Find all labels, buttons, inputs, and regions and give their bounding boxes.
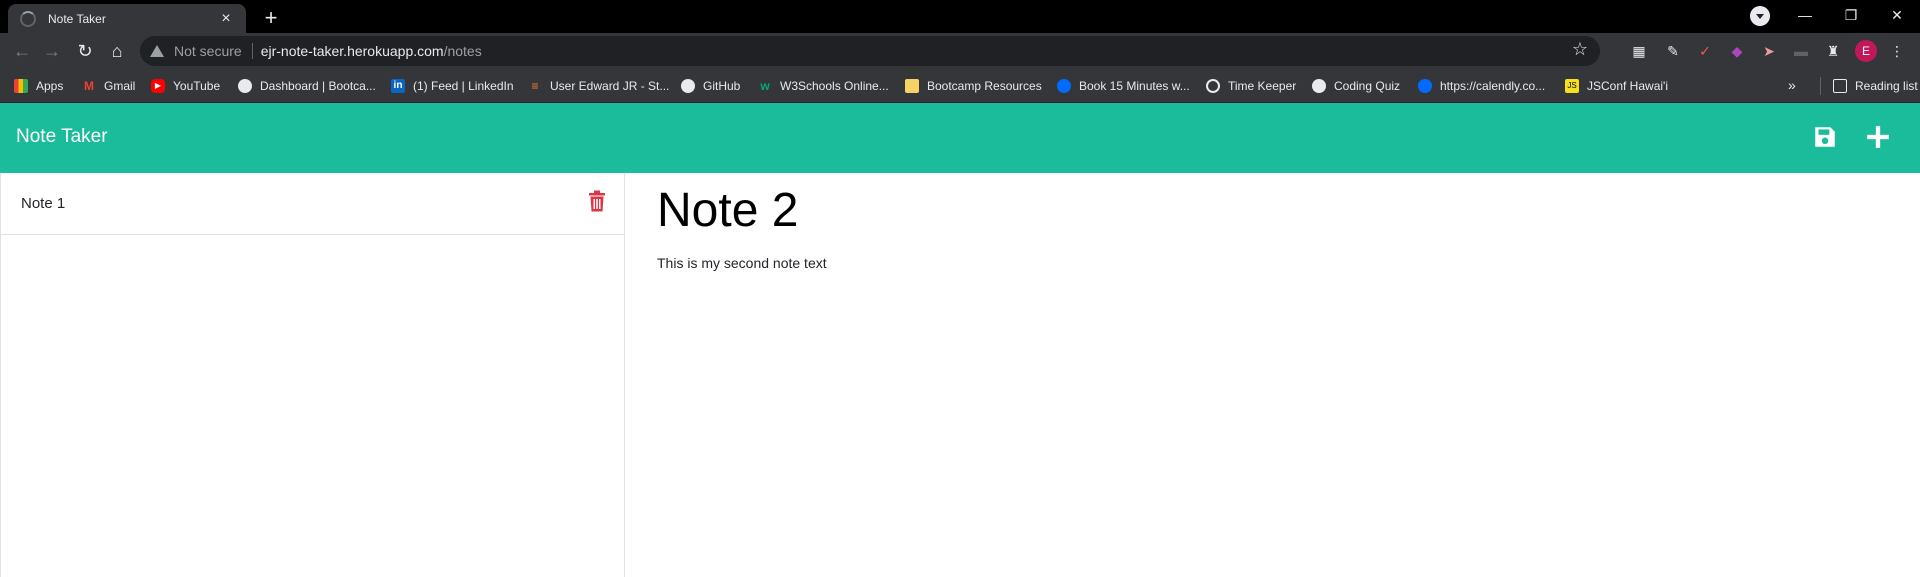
bookmark-label: User Edward JR - St... — [550, 79, 670, 93]
new-note-plus-icon[interactable] — [1865, 124, 1891, 150]
bookmark-calendly[interactable]: https://calendly.co... — [1418, 77, 1545, 95]
restore-button[interactable]: ❐ — [1828, 0, 1874, 33]
bookmark-label: https://calendly.co... — [1440, 79, 1546, 93]
save-icon[interactable] — [1812, 124, 1838, 150]
gmail-icon: M — [84, 79, 94, 93]
stackoverflow-icon: ≡ — [531, 79, 539, 93]
loading-favicon-icon — [20, 10, 36, 27]
back-button[interactable]: ← — [8, 37, 36, 65]
reading-list-label: Reading list — [1855, 79, 1918, 93]
folder-icon — [905, 79, 919, 93]
github-icon — [681, 79, 695, 93]
bookmark-w3schools[interactable]: w W3Schools Online... — [758, 77, 889, 95]
close-tab-icon[interactable]: × — [216, 10, 236, 27]
reload-button[interactable]: ↻ — [71, 37, 99, 65]
bookmark-label: YouTube — [173, 79, 221, 93]
bookmark-label: Book 15 Minutes w... — [1079, 79, 1190, 93]
bookmark-book-15-minutes[interactable]: Book 15 Minutes w... — [1057, 77, 1190, 95]
note-editor: Note 2 This is my second note text — [626, 173, 1920, 577]
forward-button[interactable]: → — [38, 37, 66, 65]
tab-title: Note Taker — [48, 11, 106, 26]
omnibox-divider — [251, 43, 253, 59]
notes-list: Note 1 — [0, 173, 625, 577]
bookmark-label: Time Keeper — [1228, 79, 1297, 93]
new-tab-button[interactable]: + — [257, 4, 285, 32]
app-brand[interactable]: Note Taker — [16, 126, 108, 148]
bookmark-label: Gmail — [104, 79, 136, 93]
bookmark-gmail[interactable]: M Gmail — [82, 77, 135, 95]
bookmark-jsconf[interactable]: JS JSConf Hawai'i — [1565, 77, 1668, 95]
bookmark-linkedin[interactable]: in (1) Feed | LinkedIn — [391, 77, 514, 95]
trash-icon[interactable] — [588, 190, 606, 212]
linkedin-icon: in — [391, 79, 405, 93]
bookmark-label: JSConf Hawai'i — [1587, 79, 1668, 93]
note-list-title: Note 1 — [21, 195, 66, 212]
bookmark-stackoverflow[interactable]: ≡ User Edward JR - St... — [528, 77, 669, 95]
w3schools-icon: w — [760, 79, 770, 93]
youtube-icon: ▶ — [151, 79, 165, 93]
calendly-icon — [1418, 79, 1432, 93]
browser-tab[interactable]: Note Taker × — [8, 4, 246, 33]
browser-tab-bar: Note Taker × + — ❐ ✕ — [0, 0, 1920, 33]
url-host: ejr-note-taker.herokuapp.com — [260, 43, 444, 59]
minimize-button[interactable]: — — [1782, 0, 1828, 33]
security-indicator[interactable]: Not secure — [174, 43, 242, 59]
puzzle-extensions-icon[interactable]: ♜ — [1822, 40, 1844, 62]
bookmark-dashboard[interactable]: Dashboard | Bootca... — [238, 77, 376, 95]
bookmark-coding-quiz[interactable]: Coding Quiz — [1312, 77, 1400, 95]
bookmark-time-keeper[interactable]: Time Keeper — [1206, 77, 1296, 95]
list-item[interactable]: Note 1 — [1, 173, 625, 235]
app-navbar: Note Taker — [0, 103, 1920, 173]
bookmarks-bar: Apps M Gmail ▶ YouTube Dashboard | Bootc… — [0, 69, 1920, 103]
apps-grid-icon — [14, 79, 28, 93]
dimmed-extension-icon[interactable]: ▬ — [1790, 40, 1812, 62]
profile-avatar[interactable]: E — [1855, 40, 1877, 62]
reading-list-icon — [1833, 79, 1847, 93]
bookmark-label: Apps — [36, 79, 64, 93]
calendly-icon — [1057, 79, 1071, 93]
globe-icon — [238, 79, 252, 93]
address-bar[interactable]: Not secure ejr-note-taker.herokuapp.com /… — [140, 36, 1600, 66]
color-picker-icon[interactable]: ✓ — [1694, 40, 1716, 62]
tab-search-icon[interactable] — [1750, 6, 1770, 26]
home-button[interactable]: ⌂ — [103, 37, 131, 65]
bookmark-label: Coding Quiz — [1334, 79, 1401, 93]
browser-toolbar: ← → ↻ ⌂ Not secure ejr-note-taker.heroku… — [0, 33, 1920, 69]
bookmark-label: W3Schools Online... — [780, 79, 889, 93]
more-bookmarks-chevron-icon[interactable]: » — [1788, 77, 1796, 93]
url-path: /notes — [443, 43, 482, 59]
warning-icon — [150, 45, 164, 57]
reading-list-button[interactable]: Reading list — [1820, 77, 1918, 95]
bookmark-apps[interactable]: Apps — [14, 77, 63, 95]
bookmark-star-icon[interactable]: ☆ — [1572, 39, 1588, 60]
bookmark-github[interactable]: GitHub — [681, 77, 740, 95]
pen-extension-icon[interactable]: ✎ — [1662, 40, 1684, 62]
stopwatch-icon — [1206, 79, 1220, 93]
close-window-button[interactable]: ✕ — [1874, 0, 1920, 33]
kebab-menu-icon[interactable]: ⋮ — [1886, 40, 1908, 62]
note-title-input[interactable]: Note 2 — [657, 183, 798, 238]
globe-icon — [1312, 79, 1326, 93]
bookmark-label: Bootcamp Resources — [927, 79, 1042, 93]
colorzilla-icon[interactable]: ◆ — [1726, 40, 1748, 62]
bookmark-label: GitHub — [703, 79, 741, 93]
extension-icon[interactable]: ▦ — [1628, 40, 1650, 62]
note-text-area[interactable]: This is my second note text — [657, 255, 827, 271]
bookmark-bootcamp-resources[interactable]: Bootcamp Resources — [905, 77, 1042, 95]
bookmark-youtube[interactable]: ▶ YouTube — [151, 77, 220, 95]
js-icon: JS — [1565, 79, 1579, 93]
bookmark-label: Dashboard | Bootca... — [260, 79, 376, 93]
arrow-extension-icon[interactable]: ➤ — [1758, 40, 1780, 62]
bookmark-label: (1) Feed | LinkedIn — [413, 79, 514, 93]
